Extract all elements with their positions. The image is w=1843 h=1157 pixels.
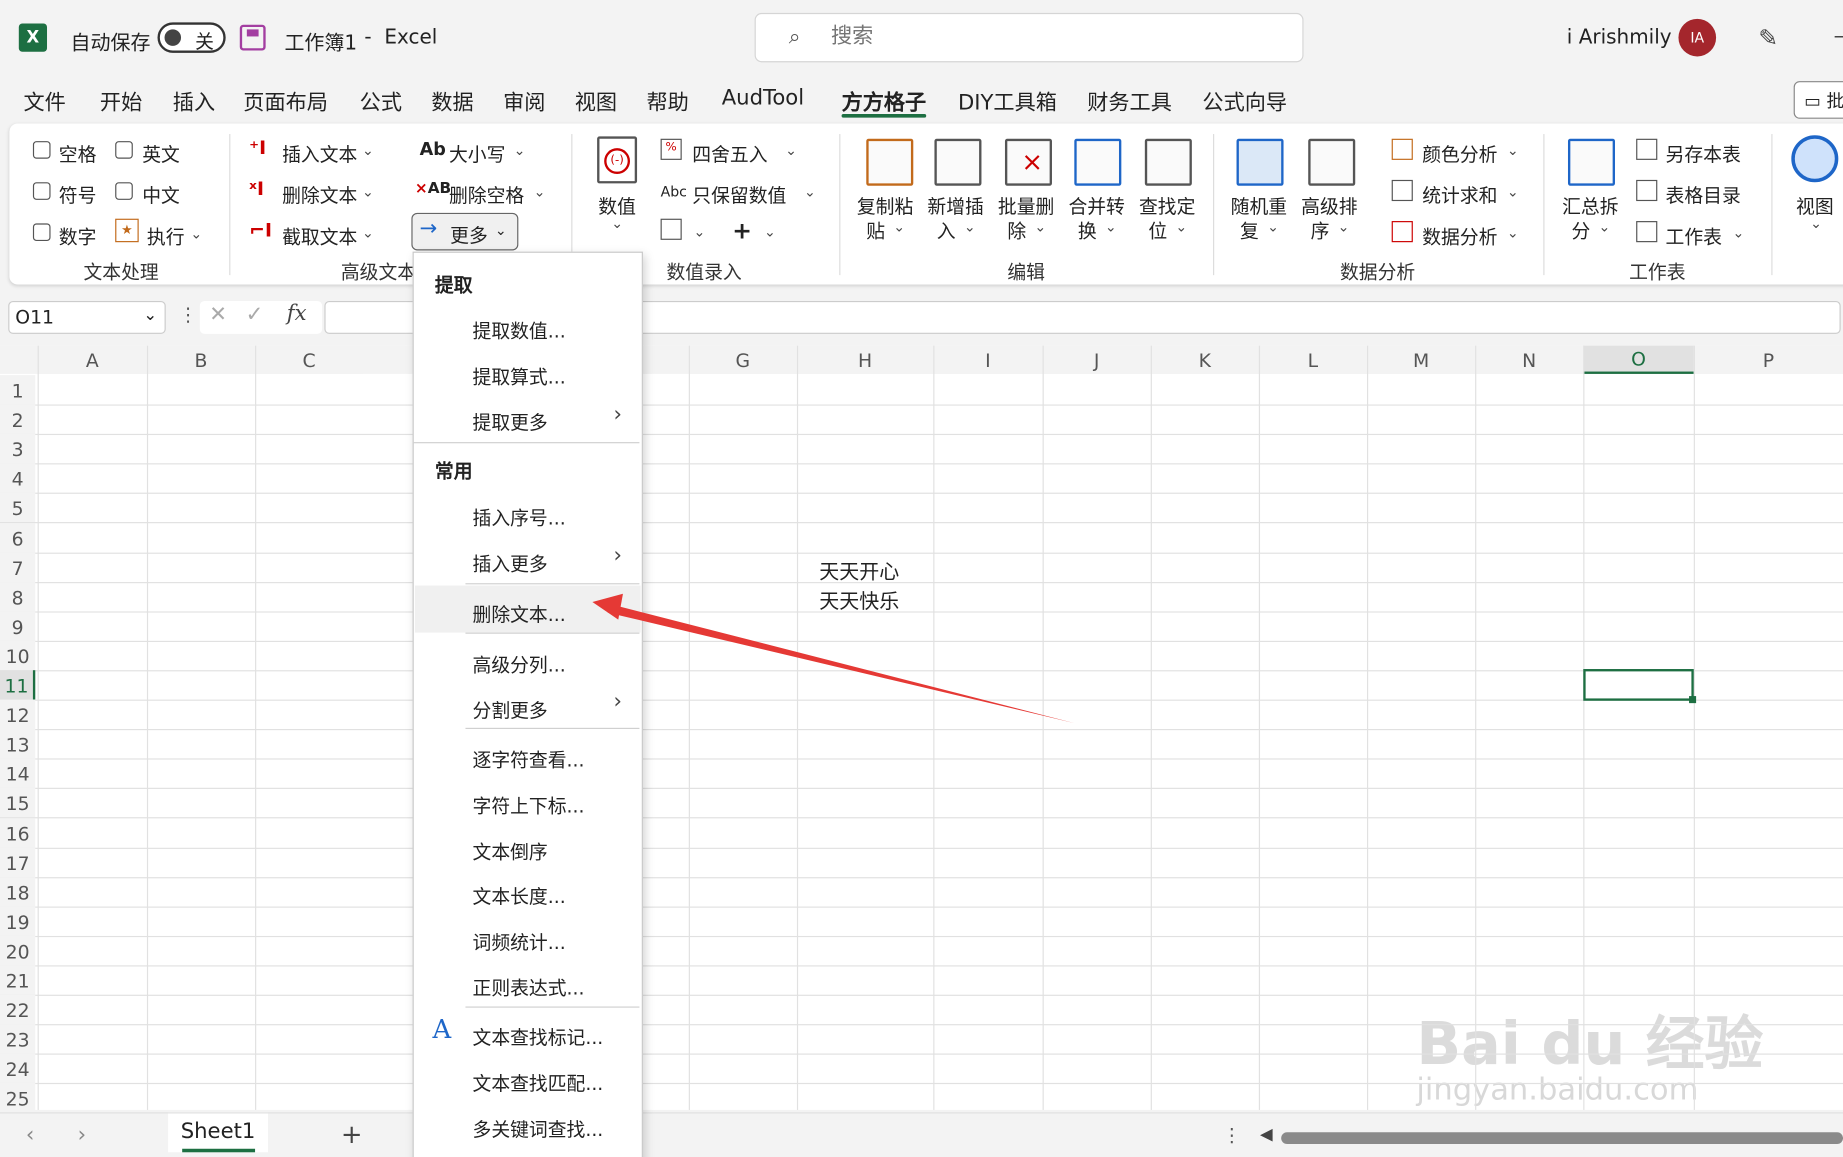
annotation-arrow <box>592 593 1075 724</box>
arrow-head <box>592 593 623 620</box>
arrow-shaft <box>607 604 1075 724</box>
selected-cell-O11[interactable] <box>1583 669 1694 701</box>
fill-handle[interactable] <box>1689 696 1697 704</box>
